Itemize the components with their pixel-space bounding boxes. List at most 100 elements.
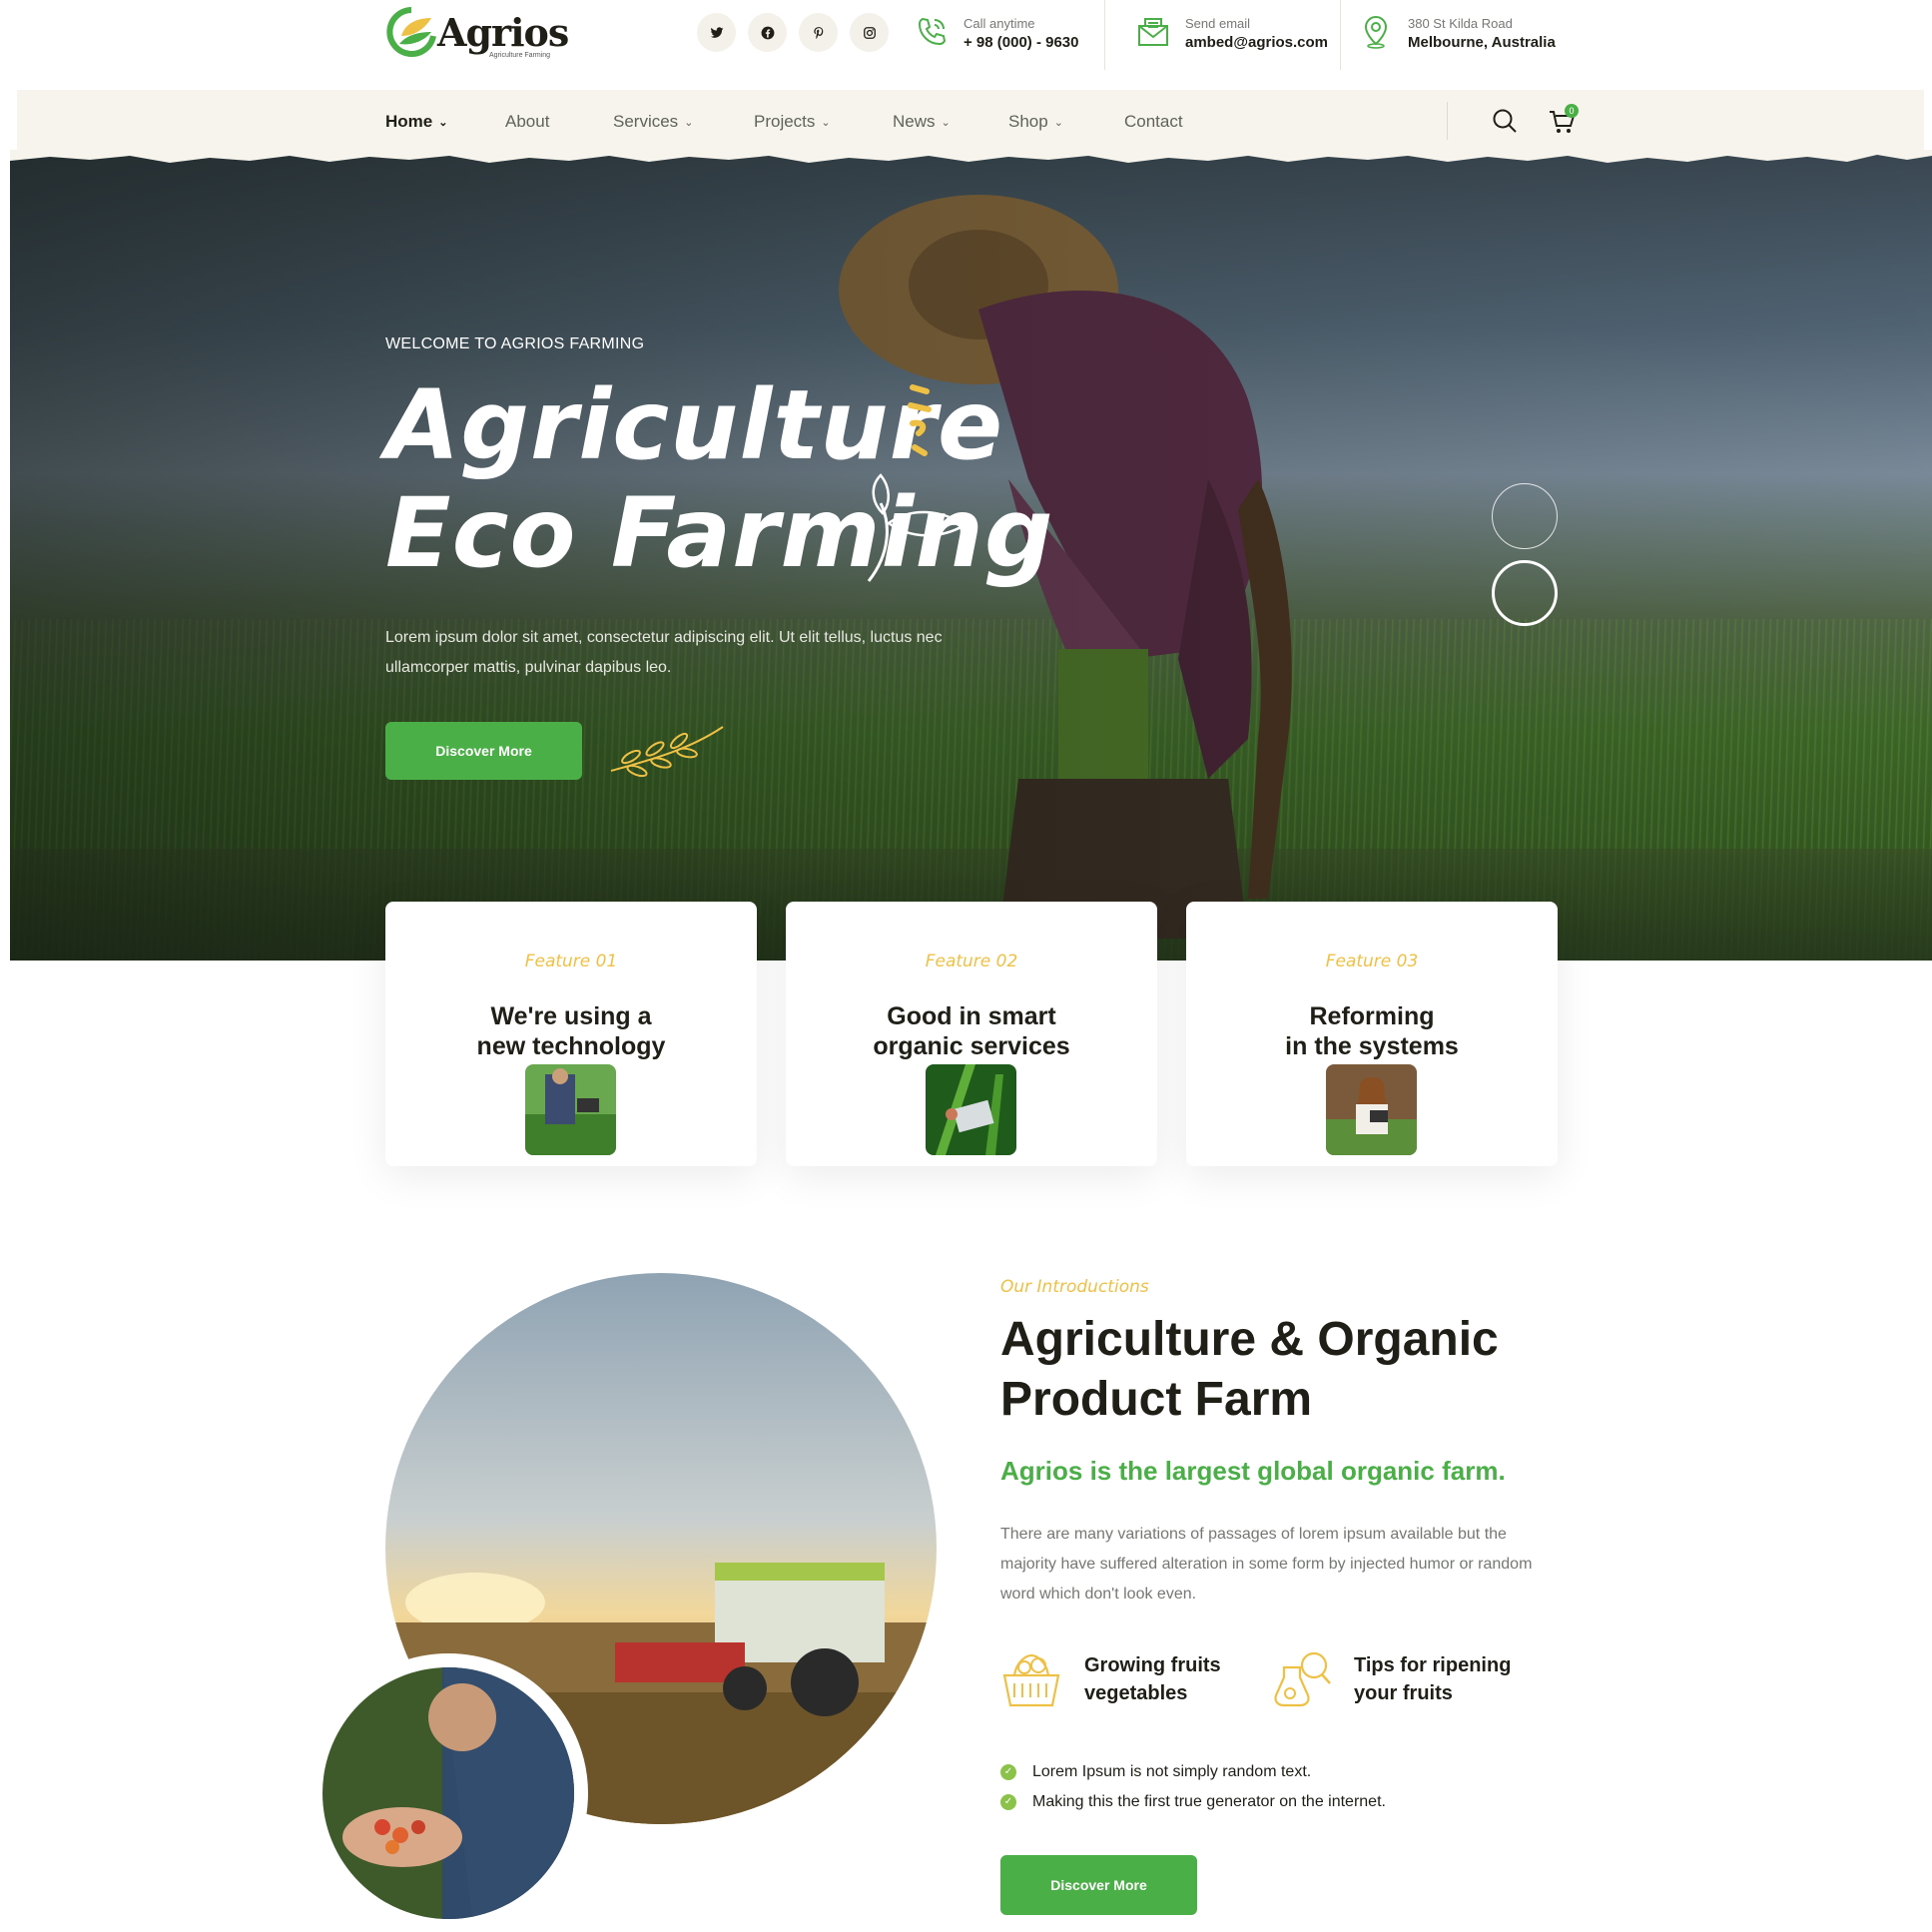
pinterest-icon: [813, 26, 823, 39]
nav-item-label: About: [505, 112, 550, 131]
feature-kicker: Feature 02: [925, 952, 1018, 971]
nav-item-label: Shop: [1008, 112, 1048, 131]
intro-title: Agriculture & Organic Product Farm: [1000, 1310, 1499, 1430]
twitter-icon: [710, 26, 723, 38]
nav-item-services[interactable]: Services ⌄: [613, 112, 693, 132]
farmer-tablet-image: [525, 1064, 616, 1155]
pinterest-link[interactable]: [799, 13, 838, 52]
cart-count-badge: 0: [1565, 104, 1579, 118]
brand-logo[interactable]: Agrios Agriculture Farming: [385, 6, 569, 62]
location-pin-icon: [1364, 15, 1388, 49]
intro-title-line: Agriculture & Organic: [1000, 1313, 1499, 1366]
checklist-item: ✓ Making this the first true generator on…: [1000, 1787, 1386, 1817]
search-icon[interactable]: [1492, 108, 1518, 134]
social-links: [697, 13, 889, 52]
hero-title-line: Agriculture: [385, 369, 1004, 481]
slider-dot-active[interactable]: [1492, 560, 1558, 626]
phone-label: Call anytime: [964, 16, 1035, 31]
plant-tablet-image: [926, 1064, 1016, 1155]
perk-label-line: your fruits: [1354, 1682, 1453, 1704]
feature-title: We're using a new technology: [385, 1001, 757, 1061]
leaf-sprout-icon: [867, 473, 967, 582]
feature-card[interactable]: Feature 02 Good in smart organic service…: [786, 902, 1157, 1166]
feature-title-line: new technology: [476, 1032, 666, 1060]
brand-tagline: Agriculture Farming: [489, 52, 551, 59]
nav-item-label: Services: [613, 112, 679, 131]
address-street: 380 St Kilda Road: [1408, 16, 1513, 31]
intro-title-line: Product Farm: [1000, 1373, 1313, 1426]
top-header: Agrios Agriculture Farming Call anytime …: [0, 0, 1932, 90]
perk-label-line: Tips for ripening: [1354, 1654, 1512, 1676]
feature-card[interactable]: Feature 03 Reforming in the systems: [1186, 902, 1558, 1166]
farmer-tomatoes-image: [309, 1653, 588, 1932]
hero-slider: WELCOME TO AGRIOS FARMING Agriculture Ec…: [10, 150, 1932, 961]
instagram-icon: [863, 26, 876, 39]
phone-number: + 98 (000) - 9630: [964, 34, 1079, 51]
check-icon: ✓: [1000, 1794, 1016, 1810]
chevron-down-icon: ⌄: [1053, 117, 1063, 129]
nav-item-contact[interactable]: Contact: [1124, 112, 1183, 132]
feature-title-line: Good in smart: [887, 1002, 1056, 1030]
feature-card[interactable]: Feature 01 We're using a new technology: [385, 902, 757, 1166]
checklist-text: Making this the first true generator on …: [1032, 1793, 1386, 1810]
address-city: Melbourne, Australia: [1408, 34, 1556, 51]
fruit-basket-icon: [1002, 1653, 1060, 1707]
chevron-down-icon: ⌄: [438, 117, 448, 129]
perk-label: Growing fruits vegetables: [1084, 1651, 1221, 1707]
nav-item-projects[interactable]: Projects ⌄: [754, 112, 831, 132]
twitter-link[interactable]: [697, 13, 736, 52]
contact-divider: [1340, 0, 1341, 70]
phone-icon: [918, 17, 947, 46]
nav-item-home[interactable]: Home ⌄: [385, 112, 447, 132]
brand-name: Agrios: [437, 10, 569, 55]
feature-title-line: organic services: [873, 1032, 1070, 1060]
perk-growing-fruits: Growing fruits vegetables: [1000, 1647, 1230, 1711]
feature-kicker: Feature 01: [524, 952, 618, 971]
feature-title: Reforming in the systems: [1186, 1001, 1558, 1061]
facebook-link[interactable]: [748, 13, 787, 52]
check-icon: ✓: [1000, 1764, 1016, 1780]
feature-title-line: Reforming: [1309, 1002, 1435, 1030]
nav-item-label: News: [893, 112, 936, 131]
main-navigation: Home ⌄ About Services ⌄ Projects ⌄ News ⌄ Sh…: [17, 90, 1924, 152]
email-address: ambed@agrios.com: [1185, 34, 1328, 51]
nav-item-about[interactable]: About: [505, 112, 549, 132]
feature-title-line: in the systems: [1285, 1032, 1459, 1060]
contact-phone[interactable]: Call anytime + 98 (000) - 9630: [914, 10, 1093, 70]
nav-item-news[interactable]: News ⌄: [893, 112, 951, 132]
perk-label-line: vegetables: [1084, 1682, 1188, 1704]
wheat-icon: [610, 726, 724, 778]
email-label: Send email: [1185, 16, 1251, 31]
nav-item-label: Home: [385, 112, 433, 131]
intro-paragraph: There are many variations of passages of…: [1000, 1526, 1533, 1603]
feature-kicker: Feature 03: [1325, 952, 1419, 971]
instagram-link[interactable]: [850, 13, 889, 52]
contact-email[interactable]: Send email ambed@agrios.com: [1135, 10, 1335, 70]
intro-subtitle: Agrios is the largest global organic far…: [1000, 1456, 1506, 1486]
checklist-text: Lorem Ipsum is not simply random text.: [1032, 1763, 1312, 1780]
chevron-down-icon: ⌄: [684, 117, 694, 129]
nav-item-label: Projects: [754, 112, 816, 131]
contact-address[interactable]: 380 St Kilda Road Melbourne, Australia: [1358, 10, 1578, 70]
squiggle-decoration-icon: [908, 384, 932, 456]
chevron-down-icon: ⌄: [941, 117, 951, 129]
facebook-icon: [761, 26, 774, 39]
ripening-tips-icon: [1274, 1651, 1331, 1707]
perk-ripening-tips: Tips for ripening your fruits: [1270, 1647, 1530, 1711]
chevron-down-icon: ⌄: [821, 117, 831, 129]
envelope-icon: [1138, 18, 1168, 46]
nav-item-shop[interactable]: Shop ⌄: [1008, 112, 1063, 132]
woman-farmer-image: [1326, 1064, 1417, 1155]
intro-kicker: Our Introductions: [1000, 1277, 1149, 1297]
about-discover-more-button[interactable]: Discover More: [1000, 1855, 1197, 1915]
slider-dot[interactable]: [1492, 483, 1558, 549]
checklist-item: ✓ Lorem Ipsum is not simply random text.: [1000, 1757, 1386, 1787]
perk-label-line: Growing fruits: [1084, 1654, 1221, 1676]
feature-title: Good in smart organic services: [786, 1001, 1157, 1061]
perk-label: Tips for ripening your fruits: [1354, 1651, 1511, 1707]
contact-divider: [1104, 0, 1105, 70]
feature-title-line: We're using a: [490, 1002, 652, 1030]
hero-kicker: WELCOME TO AGRIOS FARMING: [385, 335, 645, 352]
discover-more-button[interactable]: Discover More: [385, 722, 582, 780]
nav-divider: [1447, 102, 1448, 140]
